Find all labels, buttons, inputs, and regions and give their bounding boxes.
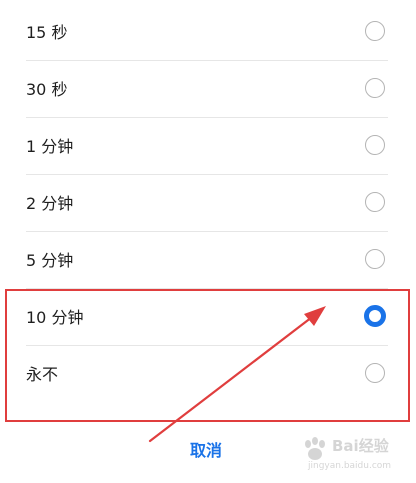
timeout-option-list: 15 秒 30 秒 1 分钟 2 分钟 5 分钟 10 分钟 永不 bbox=[0, 4, 416, 403]
option-label: 10 分钟 bbox=[26, 308, 84, 327]
option-row-2min[interactable]: 2 分钟 bbox=[0, 175, 416, 232]
radio-button-selected[interactable] bbox=[364, 305, 386, 327]
radio-button[interactable] bbox=[365, 78, 385, 98]
option-label: 30 秒 bbox=[26, 80, 68, 99]
option-label: 2 分钟 bbox=[26, 194, 74, 213]
watermark-url: jingyan.baidu.com bbox=[308, 461, 392, 471]
option-label: 永不 bbox=[26, 365, 59, 384]
watermark: Bai经验 jingyan.baidu.com bbox=[298, 429, 408, 477]
radio-button[interactable] bbox=[365, 192, 385, 212]
radio-button[interactable] bbox=[365, 135, 385, 155]
option-row-5min[interactable]: 5 分钟 bbox=[0, 232, 416, 289]
option-row-10min[interactable]: 10 分钟 bbox=[0, 289, 416, 346]
option-row-30s[interactable]: 30 秒 bbox=[0, 61, 416, 118]
option-label: 5 分钟 bbox=[26, 251, 74, 270]
screen-timeout-dialog: 15 秒 30 秒 1 分钟 2 分钟 5 分钟 10 分钟 永不 取消 Bai… bbox=[0, 0, 416, 483]
cancel-button[interactable]: 取消 bbox=[166, 436, 246, 466]
watermark-text: Bai经验 bbox=[332, 437, 389, 455]
radio-button[interactable] bbox=[365, 21, 385, 41]
radio-button[interactable] bbox=[365, 363, 385, 383]
option-row-never[interactable]: 永不 bbox=[0, 346, 416, 403]
option-label: 1 分钟 bbox=[26, 137, 74, 156]
option-row-15s[interactable]: 15 秒 bbox=[0, 4, 416, 61]
option-row-1min[interactable]: 1 分钟 bbox=[0, 118, 416, 175]
radio-button[interactable] bbox=[365, 249, 385, 269]
option-label: 15 秒 bbox=[26, 23, 68, 42]
